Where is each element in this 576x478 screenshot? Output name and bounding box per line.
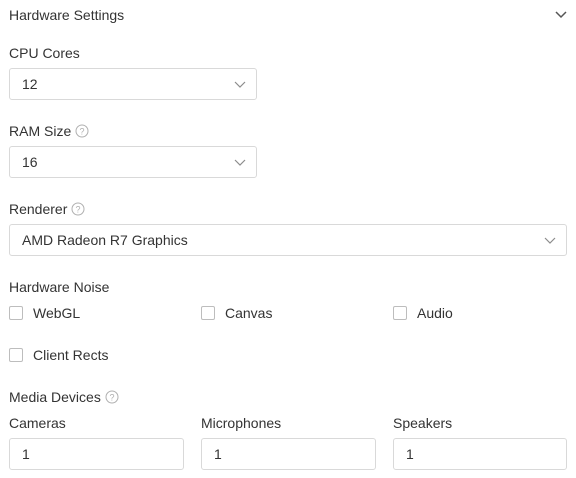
svg-text:?: ? xyxy=(80,127,85,137)
media-devices-title-text: Media Devices xyxy=(9,389,101,405)
svg-text:?: ? xyxy=(109,393,114,403)
renderer-label-text: Renderer xyxy=(9,201,68,217)
microphones-label: Microphones xyxy=(201,415,282,431)
ram-size-select[interactable]: 16 xyxy=(9,146,257,178)
webgl-checkbox-row[interactable]: WebGL xyxy=(9,304,80,322)
audio-label: Audio xyxy=(417,305,453,321)
speakers-label: Speakers xyxy=(393,415,453,431)
renderer-label: Renderer ? xyxy=(9,201,85,217)
chevron-down-icon[interactable] xyxy=(554,10,568,20)
help-icon[interactable]: ? xyxy=(71,202,85,216)
microphones-input[interactable]: 1 xyxy=(201,438,376,470)
ram-size-value: 16 xyxy=(22,154,38,170)
chevron-down-icon xyxy=(234,159,246,166)
canvas-checkbox-row[interactable]: Canvas xyxy=(201,304,272,322)
media-devices-title: Media Devices ? xyxy=(9,389,119,405)
speakers-value: 1 xyxy=(406,446,414,462)
hardware-settings-panel: Hardware Settings CPU Cores 12 RAM Size … xyxy=(0,0,576,478)
section-title: Hardware Settings xyxy=(9,7,125,23)
canvas-label: Canvas xyxy=(225,305,273,321)
ram-size-label-text: RAM Size xyxy=(9,123,72,139)
speakers-input[interactable]: 1 xyxy=(393,438,567,470)
webgl-checkbox[interactable] xyxy=(9,306,23,320)
cpu-cores-label: CPU Cores xyxy=(9,45,80,61)
chevron-down-icon xyxy=(234,81,246,88)
help-icon[interactable]: ? xyxy=(75,124,89,138)
microphones-value: 1 xyxy=(214,446,222,462)
help-icon[interactable]: ? xyxy=(105,390,119,404)
svg-text:?: ? xyxy=(76,205,81,215)
renderer-value: AMD Radeon R7 Graphics xyxy=(22,232,188,248)
canvas-checkbox[interactable] xyxy=(201,306,215,320)
cpu-cores-value: 12 xyxy=(22,76,38,92)
audio-checkbox-row[interactable]: Audio xyxy=(393,304,453,322)
cameras-value: 1 xyxy=(22,446,30,462)
webgl-label: WebGL xyxy=(33,305,81,321)
cpu-cores-select[interactable]: 12 xyxy=(9,68,257,100)
renderer-select[interactable]: AMD Radeon R7 Graphics xyxy=(9,224,567,256)
client-rects-checkbox-row[interactable]: Client Rects xyxy=(9,346,108,364)
client-rects-label: Client Rects xyxy=(33,347,109,363)
audio-checkbox[interactable] xyxy=(393,306,407,320)
cameras-input[interactable]: 1 xyxy=(9,438,184,470)
ram-size-label: RAM Size ? xyxy=(9,123,89,139)
hardware-noise-label: Hardware Noise xyxy=(9,279,110,295)
cameras-label: Cameras xyxy=(9,415,66,431)
client-rects-checkbox[interactable] xyxy=(9,348,23,362)
chevron-down-icon xyxy=(544,237,556,244)
